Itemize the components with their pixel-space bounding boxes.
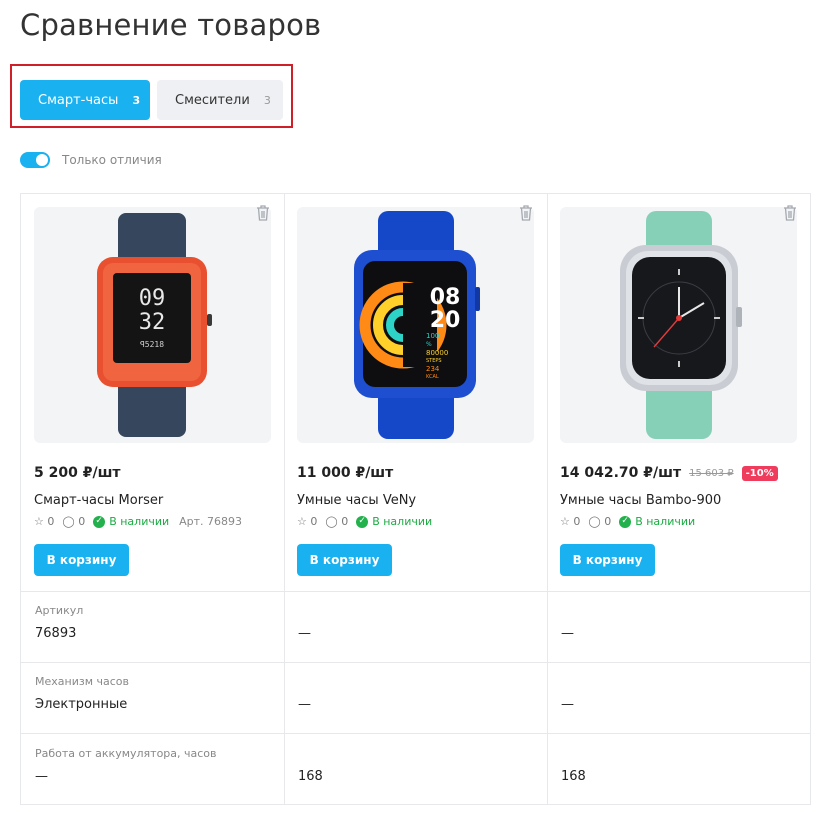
page-title: Сравнение товаров xyxy=(20,8,322,42)
watch-minute: 20 xyxy=(430,308,461,333)
tab-label: Смарт-часы xyxy=(38,92,119,108)
stock-label: В наличии xyxy=(109,515,170,528)
toggle-knob xyxy=(36,154,48,166)
watch-hour: 09 xyxy=(139,286,166,311)
add-to-cart-button[interactable]: В корзину xyxy=(560,544,655,576)
add-to-cart-button[interactable]: В корзину xyxy=(297,544,392,576)
comment-icon: ◯ xyxy=(325,515,338,528)
attribute-cell: Артикул 76893 xyxy=(21,591,284,662)
attribute-value: 168 xyxy=(298,769,323,784)
product-meta: ☆ 0 ◯ 0 ✓ В наличии xyxy=(297,515,432,528)
attribute-value: 76893 xyxy=(35,626,77,641)
check-icon: ✓ xyxy=(93,515,106,528)
product-card: 09 32 ꟼ5218 5 200 ₽/шт Смарт-часы Morser… xyxy=(21,194,284,591)
product-meta: ☆ 0 ◯ 0 ✓ В наличии xyxy=(560,515,695,528)
tab-mixers[interactable]: Смесители 3 xyxy=(157,80,283,120)
comment-icon: ◯ xyxy=(62,515,75,528)
product-meta: ☆ 0 ◯ 0 ✓ В наличии Арт. 76893 xyxy=(34,515,242,528)
product-price: 11 000 ₽/шт xyxy=(297,465,394,481)
attribute-cell: Работа от аккумулятора, часов — xyxy=(21,733,284,805)
attribute-label: Механизм часов xyxy=(35,675,129,688)
reviews-count: 0 xyxy=(78,515,86,528)
product-name[interactable]: Умные часы Bambo-900 xyxy=(560,493,721,508)
add-to-cart-button[interactable]: В корзину xyxy=(34,544,129,576)
attribute-label: Работа от аккумулятора, часов xyxy=(35,747,217,760)
product-name[interactable]: Умные часы VeNy xyxy=(297,493,416,508)
price-row: 11 000 ₽/шт xyxy=(297,465,393,481)
star-icon: ☆ xyxy=(297,515,307,528)
product-image[interactable] xyxy=(560,207,797,443)
watch-kcal-label: KCAL xyxy=(426,374,439,380)
product-card: 08 20 100 % 80000 STEPS 234 KCAL 11 000 … xyxy=(284,194,547,591)
rating-count: 0 xyxy=(47,515,55,528)
attribute-value: — xyxy=(561,697,574,712)
tab-count: 3 xyxy=(132,93,141,107)
stock-status: ✓ В наличии xyxy=(619,515,695,528)
attribute-value: — xyxy=(298,626,311,641)
watch-blue-image: 08 20 100 % 80000 STEPS 234 KCAL xyxy=(354,211,480,439)
watch-kcal: 234 xyxy=(426,365,440,373)
stock-status: ✓ В наличии xyxy=(356,515,432,528)
only-differences-toggle[interactable] xyxy=(20,152,50,168)
attribute-cell: — xyxy=(284,662,547,733)
attribute-value: — xyxy=(298,697,311,712)
product-price: 14 042.70 ₽/шт xyxy=(560,465,682,481)
only-differences-filter: Только отличия xyxy=(20,152,162,168)
star-icon: ☆ xyxy=(560,515,570,528)
watch-minute: 32 xyxy=(139,310,166,335)
product-card: 14 042.70 ₽/шт 15 603 ₽ -10% Умные часы … xyxy=(547,194,810,591)
tab-smart-watches[interactable]: Смарт-часы 3 xyxy=(20,80,150,120)
attribute-cell: — xyxy=(284,591,547,662)
attribute-value: — xyxy=(35,769,48,784)
product-name[interactable]: Смарт-часы Morser xyxy=(34,493,163,508)
check-icon: ✓ xyxy=(619,515,632,528)
product-image[interactable]: 08 20 100 % 80000 STEPS 234 KCAL xyxy=(297,207,534,443)
price-row: 14 042.70 ₽/шт 15 603 ₽ -10% xyxy=(560,465,778,481)
attribute-value: Электронные xyxy=(35,697,128,712)
star-icon: ☆ xyxy=(34,515,44,528)
attribute-value: 168 xyxy=(561,769,586,784)
comparison-table: 09 32 ꟼ5218 5 200 ₽/шт Смарт-часы Morser… xyxy=(20,193,811,805)
attribute-cell: 168 xyxy=(547,733,810,805)
only-differences-label: Только отличия xyxy=(62,153,162,167)
watch-steps: 80000 xyxy=(426,349,448,357)
watch-mint-image xyxy=(620,211,742,439)
attribute-value: — xyxy=(561,626,574,641)
attribute-cell: — xyxy=(547,662,810,733)
watch-steps-label: STEPS xyxy=(426,358,442,364)
comment-icon: ◯ xyxy=(588,515,601,528)
stock-label: В наличии xyxy=(635,515,696,528)
delete-icon[interactable] xyxy=(255,204,271,222)
discount-badge: -10% xyxy=(741,465,778,481)
watch-sub: ꟼ5218 xyxy=(140,340,164,349)
stock-label: В наличии xyxy=(372,515,433,528)
watch-battery-unit: % xyxy=(426,341,432,348)
check-icon: ✓ xyxy=(356,515,369,528)
article-number: Арт. 76893 xyxy=(179,515,243,528)
rating-count: 0 xyxy=(310,515,318,528)
tab-count: 3 xyxy=(263,93,271,107)
price-row: 5 200 ₽/шт xyxy=(34,465,121,481)
attribute-label: Артикул xyxy=(35,604,84,617)
product-image[interactable]: 09 32 ꟼ5218 xyxy=(34,207,271,443)
tab-label: Смесители xyxy=(175,92,250,108)
attribute-cell: — xyxy=(547,591,810,662)
delete-icon[interactable] xyxy=(518,204,534,222)
watch-hour: 08 xyxy=(430,285,461,310)
watch-orange-image: 09 32 ꟼ5218 xyxy=(97,213,212,437)
reviews-count: 0 xyxy=(604,515,612,528)
product-price: 5 200 ₽/шт xyxy=(34,465,121,481)
attribute-cell: Механизм часов Электронные xyxy=(21,662,284,733)
attribute-cell: 168 xyxy=(284,733,547,805)
delete-icon[interactable] xyxy=(782,204,798,222)
rating-count: 0 xyxy=(573,515,581,528)
old-price: 15 603 ₽ xyxy=(689,467,734,479)
stock-status: ✓ В наличии xyxy=(93,515,169,528)
watch-battery: 100 xyxy=(426,332,439,340)
reviews-count: 0 xyxy=(341,515,349,528)
